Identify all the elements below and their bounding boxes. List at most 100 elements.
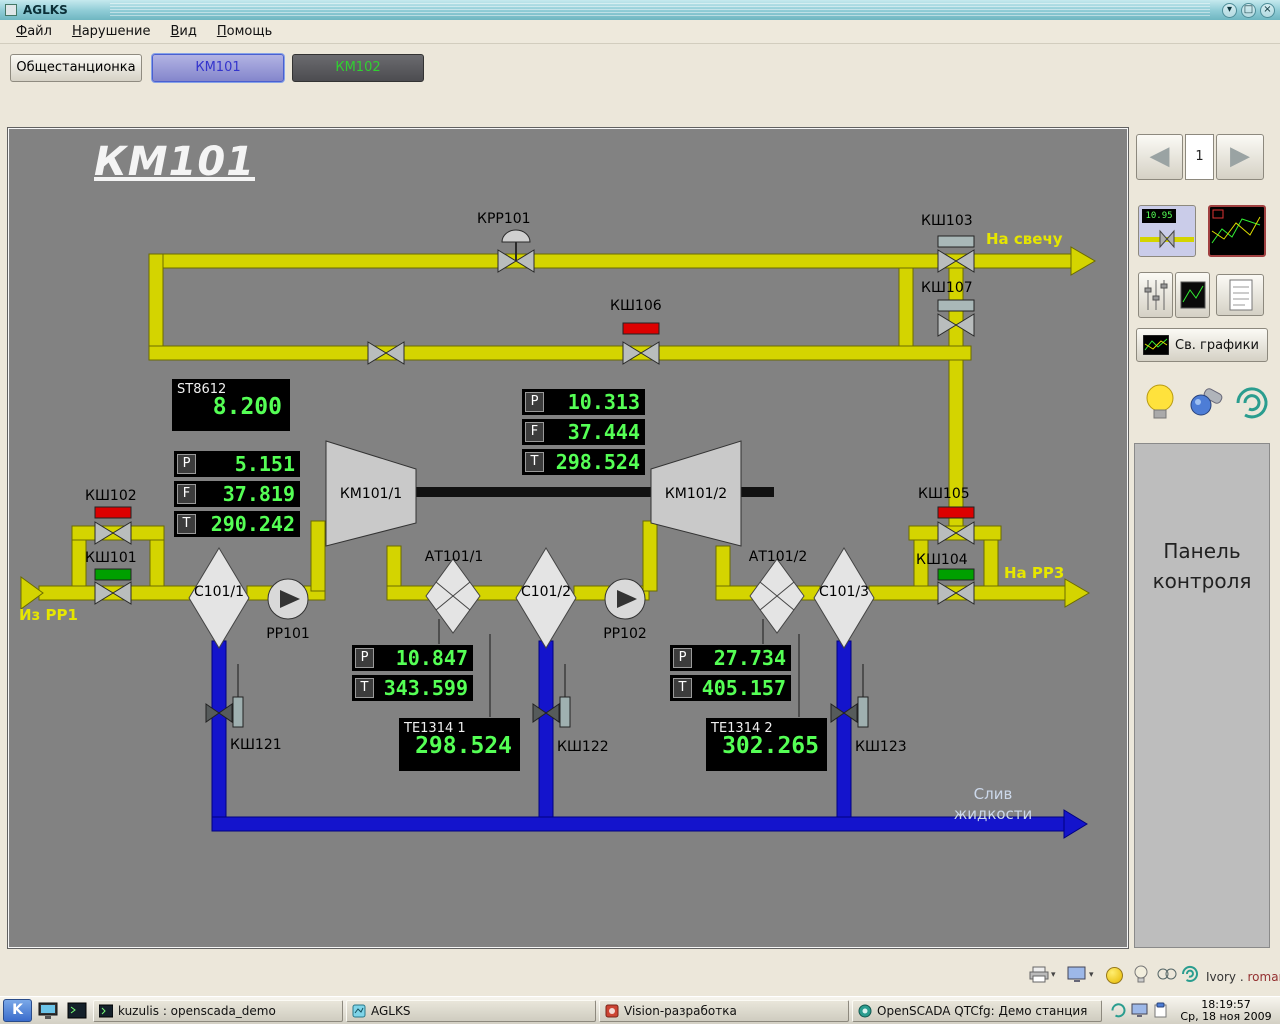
alarm-lamp-button[interactable]	[1131, 964, 1151, 988]
label-ksh103: КШ103	[921, 213, 973, 229]
kmenu-button[interactable]: K	[3, 999, 32, 1022]
valve-ksh104[interactable]	[938, 582, 974, 604]
display-te1314-1[interactable]: TE1314 1 298.524	[398, 717, 521, 772]
sliders-icon	[1140, 274, 1171, 316]
display-t-km1012[interactable]: T 298.524	[521, 448, 646, 476]
mixer-panel-button[interactable]	[1138, 272, 1173, 318]
monitor-icon	[1066, 964, 1088, 984]
menu-file[interactable]: Файл	[6, 22, 62, 41]
tray-openscada-icon[interactable]	[1110, 1002, 1127, 1019]
lamp-button[interactable]	[1138, 381, 1182, 425]
sound-spiral-icon	[1230, 381, 1274, 425]
label-ksh107: КШ107	[921, 280, 973, 296]
window-titlebar[interactable]: AGLKS ▾ □ ×	[0, 0, 1280, 20]
mini-valve-icon	[1140, 226, 1194, 254]
clock-time: 18:19:57	[1177, 999, 1275, 1011]
task-vision[interactable]: Vision-разработка	[599, 1000, 849, 1022]
display-t-at1012[interactable]: T 405.157	[669, 674, 792, 702]
menu-violation[interactable]: Нарушение	[62, 22, 161, 41]
tab-obschestancionka[interactable]: Общестанционка	[10, 54, 142, 82]
maximize-button[interactable]: □	[1241, 3, 1256, 18]
link-button[interactable]	[1156, 966, 1178, 986]
next-page-button[interactable]: ▶	[1216, 134, 1264, 180]
taskbar: K kuzulis : openscada_demo AGLKS	[0, 996, 1280, 1024]
mini-trend-icon	[1177, 274, 1208, 316]
app-icon[interactable]	[5, 4, 17, 16]
close-button[interactable]: ×	[1260, 3, 1275, 18]
titlebar-texture	[110, 3, 1210, 17]
menu-view[interactable]: Вид	[160, 22, 206, 41]
next-icon: ▶	[1217, 135, 1263, 177]
display-f-km1012[interactable]: F 37.444	[521, 418, 646, 446]
tray-klipper-icon[interactable]	[1152, 1002, 1169, 1019]
trend-icon	[1210, 207, 1262, 253]
page-number: 1	[1185, 134, 1214, 180]
print-button[interactable]	[1028, 964, 1050, 988]
konsole-launcher-button[interactable]	[64, 999, 90, 1022]
label-inlet: Из РР1	[19, 606, 78, 624]
valve-ksh106[interactable]	[623, 342, 659, 364]
task-konsole-icon	[99, 1004, 113, 1018]
terminal-icon	[67, 1002, 87, 1020]
display-p-at1011[interactable]: P 10.847	[351, 644, 474, 672]
task-aglks[interactable]: AGLKS	[346, 1000, 596, 1022]
mnemo-preview-button[interactable]: 10.95	[1138, 205, 1196, 257]
task-konsole[interactable]: kuzulis : openscada_demo	[93, 1000, 343, 1022]
display-p-km1011[interactable]: P 5.151	[173, 450, 301, 478]
lens-button[interactable]	[1184, 381, 1228, 425]
label-ksh121: КШ121	[230, 737, 282, 753]
label-km101-2: КМ101/2	[654, 486, 738, 502]
pump-pp102[interactable]	[605, 579, 645, 619]
valve-header[interactable]	[368, 342, 404, 364]
show-desktop-button[interactable]	[35, 999, 61, 1022]
task-qtcfg-icon	[858, 1004, 872, 1018]
trend-preview-button[interactable]	[1208, 205, 1266, 257]
task-qtcfg[interactable]: OpenSCADA QTCfg: Демо станция	[852, 1000, 1102, 1022]
tab-km102[interactable]: КМ102	[292, 54, 424, 82]
task-vision-icon	[605, 1004, 619, 1018]
free-graphics-button[interactable]: Св. графики	[1136, 328, 1268, 362]
mini-value-display: 10.95	[1142, 209, 1176, 223]
display-f-km1011[interactable]: F 37.819	[173, 480, 301, 508]
style-name: Ivory	[1206, 970, 1236, 984]
system-tray	[1105, 1002, 1174, 1019]
taskbar-clock[interactable]: 18:19:57 Ср, 18 ноя 2009	[1177, 999, 1275, 1023]
scheme-title: КМ101	[94, 139, 255, 185]
label-ksh122: КШ122	[557, 739, 609, 755]
label-flare: На свечу	[986, 230, 1063, 248]
print-caret-icon[interactable]: ▾	[1051, 970, 1056, 980]
display-t-km1011[interactable]: T 290.242	[173, 510, 301, 538]
tab-km101[interactable]: КМ101	[152, 54, 284, 82]
menu-help[interactable]: Помощь	[207, 22, 282, 41]
export-button[interactable]	[1066, 964, 1088, 988]
display-st8612[interactable]: ST8612 8.200	[171, 378, 291, 432]
alarm-status-ball[interactable]	[1106, 967, 1123, 984]
tray-display-icon[interactable]	[1131, 1002, 1148, 1019]
valve-ksh101[interactable]	[95, 582, 131, 604]
document-button[interactable]	[1216, 274, 1264, 316]
display-te1314-2[interactable]: TE1314 2 302.265	[705, 717, 828, 772]
sound-button[interactable]	[1230, 381, 1274, 425]
label-c101-2: С101/2	[511, 584, 581, 600]
display-t-at1011[interactable]: T 343.599	[351, 674, 474, 702]
label-outlet: На РР3	[1004, 564, 1064, 582]
control-panel-title-line2: контроля	[1135, 566, 1269, 596]
label-ksh102: КШ102	[85, 488, 137, 504]
label-krr101: КРР101	[477, 211, 531, 227]
label-drain: Слив жидкости	[937, 784, 1049, 824]
label-km101-1: КМ101/1	[329, 486, 413, 502]
lamp-icon	[1138, 381, 1182, 425]
display-p-km1012[interactable]: P 10.313	[521, 388, 646, 416]
shade-button[interactable]: ▾	[1222, 3, 1237, 18]
task-aglks-icon	[352, 1004, 366, 1018]
window-title: AGLKS	[23, 3, 68, 17]
export-caret-icon[interactable]: ▾	[1089, 970, 1094, 980]
sound-status-button[interactable]	[1180, 964, 1200, 988]
mini-trend-button[interactable]	[1175, 272, 1210, 318]
pump-pp101[interactable]	[268, 579, 308, 619]
display-p-at1012[interactable]: P 27.734	[669, 644, 792, 672]
prev-page-button[interactable]: ◀	[1136, 134, 1183, 180]
valve-ksh102[interactable]	[95, 522, 131, 544]
scheme-graphics	[9, 129, 1129, 949]
label-pp101: РР101	[256, 626, 320, 642]
